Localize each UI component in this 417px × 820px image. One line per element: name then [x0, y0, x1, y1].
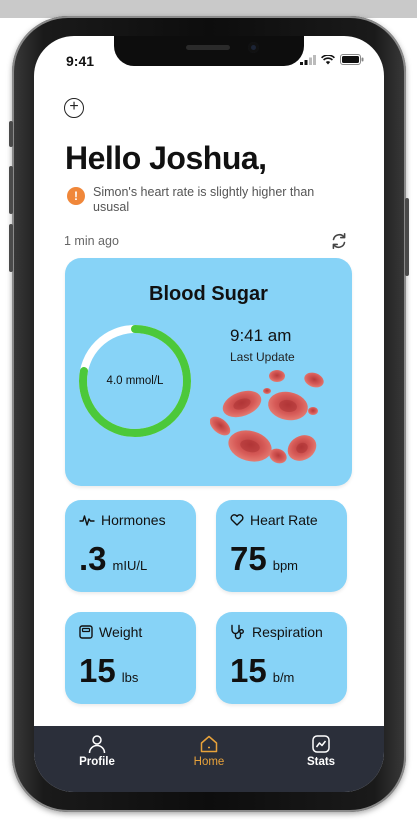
- metric-title: Weight: [99, 624, 143, 640]
- blood-sugar-subtitle: Last Update: [230, 350, 295, 364]
- blood-sugar-value: 4.0 mmol/L: [106, 375, 164, 387]
- last-updated-text: 1 min ago: [64, 234, 119, 248]
- speaker: [186, 45, 230, 50]
- metric-value-group: .3 mIU/L: [79, 540, 147, 578]
- home-icon: [200, 735, 218, 753]
- power-button: [405, 198, 409, 276]
- metric-title: Hormones: [101, 512, 166, 528]
- phone-screen: 9:41 + Hello Joshua, ! Simon's heart rat…: [34, 36, 384, 792]
- metric-unit: b/m: [272, 670, 295, 685]
- blood-sugar-time: 9:41 am: [230, 326, 292, 345]
- nav-item-home[interactable]: Home: [174, 734, 244, 768]
- metric-unit: mIU/L: [112, 558, 148, 573]
- metric-card-weight[interactable]: Weight 15 lbs: [65, 612, 196, 704]
- nav-label: Profile: [79, 756, 115, 768]
- nav-item-stats[interactable]: Stats: [286, 734, 356, 768]
- nav-label: Home: [193, 756, 225, 768]
- blood-cells-illustration: [210, 370, 324, 464]
- wifi-icon: [321, 54, 335, 64]
- metric-header: Weight: [79, 624, 142, 640]
- alert-icon: !: [67, 187, 85, 205]
- heart-icon: [230, 514, 244, 526]
- add-button[interactable]: +: [64, 98, 84, 118]
- metric-header: Respiration: [230, 624, 323, 640]
- mute-switch: [9, 121, 13, 147]
- refresh-icon[interactable]: [330, 232, 348, 250]
- bottom-nav: Profile Home Stats: [34, 726, 384, 792]
- battery-icon: [340, 54, 364, 65]
- metric-value: 15: [79, 652, 116, 689]
- scale-icon: [79, 625, 93, 639]
- stats-icon: [312, 735, 330, 753]
- alert-message: Simon's heart rate is slightly higher th…: [93, 185, 315, 214]
- blood-sugar-card[interactable]: Blood Sugar 4.0 mmol/L 9:41 am Last Upda…: [65, 258, 352, 486]
- nav-label: Stats: [306, 756, 336, 768]
- metric-value-group: 15 lbs: [79, 652, 138, 690]
- volume-up-button: [9, 166, 13, 214]
- cellular-signal-icon: [300, 54, 316, 65]
- metric-header: Heart Rate: [230, 512, 318, 528]
- pulse-icon: [79, 515, 95, 526]
- status-time: 9:41: [66, 53, 95, 69]
- blood-sugar-title: Blood Sugar: [149, 283, 268, 305]
- volume-down-button: [9, 224, 13, 272]
- nav-item-profile[interactable]: Profile: [62, 734, 132, 768]
- metric-unit: lbs: [121, 670, 139, 685]
- metric-title: Heart Rate: [250, 512, 318, 528]
- metric-title: Respiration: [252, 624, 323, 640]
- metric-value-group: 15 b/m: [230, 652, 294, 690]
- stethoscope-icon: [231, 624, 244, 640]
- metric-card-heart-rate[interactable]: Heart Rate 75 bpm: [216, 500, 347, 592]
- profile-icon: [88, 735, 106, 754]
- metric-value: 15: [230, 652, 267, 689]
- page-title: Hello Joshua,: [65, 140, 267, 176]
- metric-card-hormones[interactable]: Hormones .3 mIU/L: [65, 500, 196, 592]
- metric-header: Hormones: [79, 512, 166, 528]
- metric-unit: bpm: [272, 558, 299, 573]
- metric-value: 75: [230, 540, 267, 577]
- notch: [114, 36, 304, 66]
- camera: [248, 42, 259, 53]
- status-icons: [300, 54, 364, 65]
- metric-card-respiration[interactable]: Respiration 15 b/m: [216, 612, 347, 704]
- metric-value-group: 75 bpm: [230, 540, 298, 578]
- metric-value: .3: [79, 540, 107, 577]
